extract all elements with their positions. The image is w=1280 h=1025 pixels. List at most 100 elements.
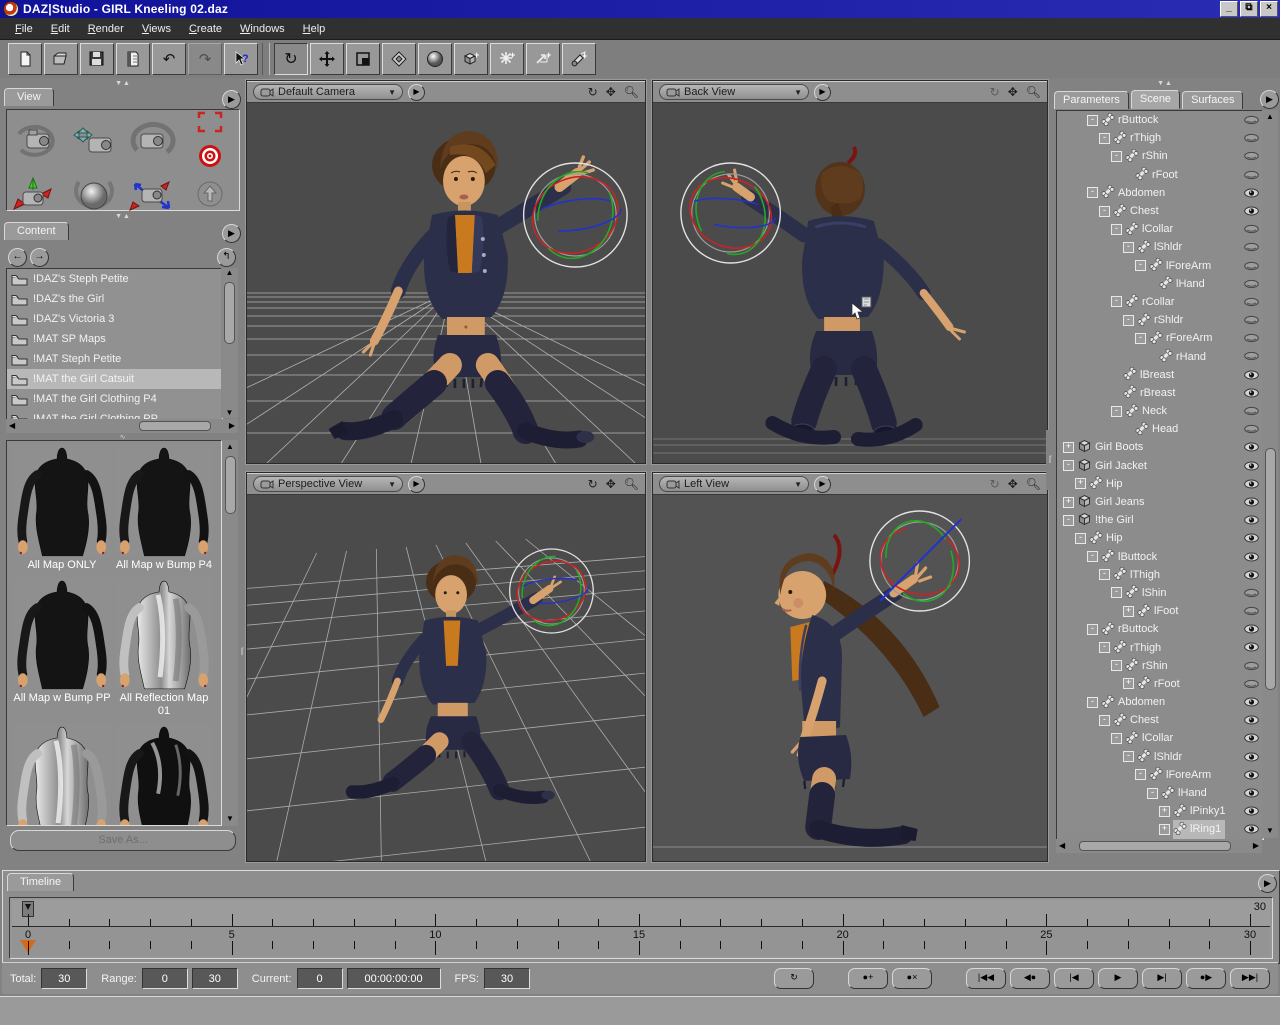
viewport-menu-button[interactable]: ▶ (814, 476, 831, 493)
scene-tree-item[interactable]: +Hip (1057, 475, 1263, 493)
menu-item-edit[interactable]: Edit (42, 21, 79, 37)
tree-expander[interactable]: - (1099, 569, 1110, 580)
folder-item[interactable]: !MAT the Girl Catsuit (7, 369, 222, 389)
step-back-button[interactable]: |◀ (1054, 968, 1094, 989)
visibility-on-icon[interactable] (1244, 806, 1259, 819)
visibility-on-icon[interactable] (1244, 206, 1259, 219)
translate-tool-button[interactable] (310, 43, 344, 75)
tab-surfaces[interactable]: Surfaces (1182, 91, 1243, 109)
tree-expander[interactable]: - (1099, 642, 1110, 653)
pan-camera-icon[interactable] (66, 118, 122, 164)
tree-expander[interactable]: + (1159, 824, 1170, 835)
tree-expander[interactable]: - (1099, 206, 1110, 217)
scene-tree-item[interactable]: lHand (1057, 275, 1263, 293)
new-primitive-button[interactable]: + (454, 43, 488, 75)
visibility-on-icon[interactable] (1244, 461, 1259, 474)
scene-tree-item[interactable]: -lThigh (1057, 566, 1263, 584)
timeline-tab[interactable]: Timeline (7, 873, 74, 891)
scene-tree-item[interactable]: -rButtock (1057, 620, 1263, 638)
rotate-camera-icon[interactable] (124, 118, 180, 164)
tree-expander[interactable]: + (1123, 606, 1134, 617)
visibility-on-icon[interactable] (1244, 442, 1259, 455)
visibility-on-icon[interactable] (1244, 552, 1259, 565)
scene-tree-item[interactable]: lBreast (1057, 366, 1263, 384)
last-frame-button[interactable]: ▶▶| (1230, 968, 1270, 989)
menu-item-render[interactable]: Render (79, 21, 133, 37)
scene-tree-item[interactable]: -Abdomen (1057, 693, 1263, 711)
save-as-button[interactable]: Save As... (10, 830, 236, 851)
new-light-button[interactable]: + (490, 43, 524, 75)
camera-selector-dropdown[interactable]: Default Camera▼ (253, 84, 403, 100)
viewport-canvas[interactable] (653, 103, 1047, 463)
sphere-shading-button[interactable] (418, 43, 452, 75)
timeline-frame-band[interactable]: 051015202530 (12, 927, 1270, 956)
back-button[interactable]: ← (8, 248, 27, 267)
rotate-tool-button[interactable]: ↻ (274, 43, 308, 75)
tree-expander[interactable]: - (1099, 133, 1110, 144)
current-frame-input[interactable] (297, 968, 343, 989)
tree-expander[interactable]: - (1111, 587, 1122, 598)
pan-icon[interactable]: ✥ (606, 85, 616, 99)
menu-item-views[interactable]: Views (133, 21, 180, 37)
folder-list-vscrollbar[interactable]: ▲▼ (221, 268, 238, 418)
scene-tree-item[interactable]: -lShin (1057, 584, 1263, 602)
material-thumbnail[interactable]: >All Map w Bump PP (11, 578, 113, 705)
tree-expander[interactable]: - (1111, 733, 1122, 744)
tree-expander[interactable]: - (1135, 260, 1146, 271)
camera-selector-dropdown[interactable]: Left View▼ (659, 476, 809, 492)
menu-item-create[interactable]: Create (180, 21, 231, 37)
visibility-on-icon[interactable] (1244, 733, 1259, 746)
tree-expander[interactable]: + (1075, 478, 1086, 489)
tree-expander[interactable]: - (1099, 715, 1110, 726)
open-file-button[interactable] (44, 43, 78, 75)
viewport-canvas[interactable] (247, 495, 645, 861)
visibility-on-icon[interactable] (1244, 770, 1259, 783)
content-panel-menu-button[interactable]: ▶ (222, 224, 241, 243)
scene-tree-item[interactable]: -lForeArm (1057, 766, 1263, 784)
scene-tree-item[interactable]: -Girl Jacket (1057, 457, 1263, 475)
camera-selector-dropdown[interactable]: Perspective View▼ (253, 476, 403, 492)
tab-scene[interactable]: Scene (1131, 90, 1180, 109)
add-keyframe-button[interactable]: ●+ (848, 968, 888, 989)
timeline-range-band[interactable]: 30 (12, 900, 1270, 927)
scene-tree-item[interactable]: -rButtock (1057, 111, 1263, 129)
scene-tree-item[interactable]: -lShldr (1057, 748, 1263, 766)
visibility-off-icon[interactable] (1244, 351, 1259, 364)
scene-tree-item[interactable]: -rThigh (1057, 129, 1263, 147)
scene-tree-item[interactable]: -Neck (1057, 402, 1263, 420)
timeline-menu-button[interactable]: ▶ (1258, 874, 1277, 893)
tree-expander[interactable]: - (1063, 515, 1074, 526)
scene-tree-item[interactable]: -lCollar (1057, 220, 1263, 238)
visibility-on-icon[interactable] (1244, 788, 1259, 801)
tree-expander[interactable]: - (1123, 242, 1134, 253)
visibility-off-icon[interactable] (1244, 151, 1259, 164)
visibility-on-icon[interactable] (1244, 497, 1259, 510)
viewport-menu-button[interactable]: ▶ (814, 84, 831, 101)
tree-expander[interactable]: - (1075, 533, 1086, 544)
scene-tree-item[interactable]: -rForeArm (1057, 329, 1263, 347)
view-panel-menu-button[interactable]: ▶ (222, 90, 241, 109)
orbit-camera-icon[interactable] (8, 118, 64, 164)
scene-tree-item[interactable]: -lButtock (1057, 548, 1263, 566)
visibility-off-icon[interactable] (1244, 588, 1259, 601)
material-thumbnail[interactable]: All Reflection Map 02 (11, 724, 113, 826)
content-panel-tab[interactable]: Content (4, 222, 69, 240)
aim-camera-icon[interactable] (197, 143, 223, 172)
folder-item[interactable]: !MAT SP Maps (7, 329, 222, 349)
zoom-icon[interactable]: 🔍︎ (624, 477, 639, 491)
visibility-on-icon[interactable] (1244, 824, 1259, 837)
tree-expander[interactable]: + (1159, 806, 1170, 817)
scene-tree-item[interactable]: -lShldr (1057, 238, 1263, 256)
visibility-off-icon[interactable] (1244, 679, 1259, 692)
folder-item[interactable]: !DAZ's the Girl (7, 289, 222, 309)
scene-tree-vscrollbar[interactable]: ▲▼ (1262, 110, 1278, 838)
range-start-input[interactable] (142, 968, 188, 989)
tree-expander[interactable]: - (1087, 115, 1098, 126)
left-top-splitter[interactable]: ▼▲ (2, 80, 244, 87)
dolly-camera-icon[interactable] (124, 172, 180, 218)
folder-item[interactable]: !MAT Steph Petite (7, 349, 222, 369)
zoom-icon[interactable]: 🔍︎ (1026, 85, 1041, 99)
visibility-off-icon[interactable] (1244, 133, 1259, 146)
visibility-on-icon[interactable] (1244, 388, 1259, 401)
scene-tree-item[interactable]: -lForeArm (1057, 257, 1263, 275)
